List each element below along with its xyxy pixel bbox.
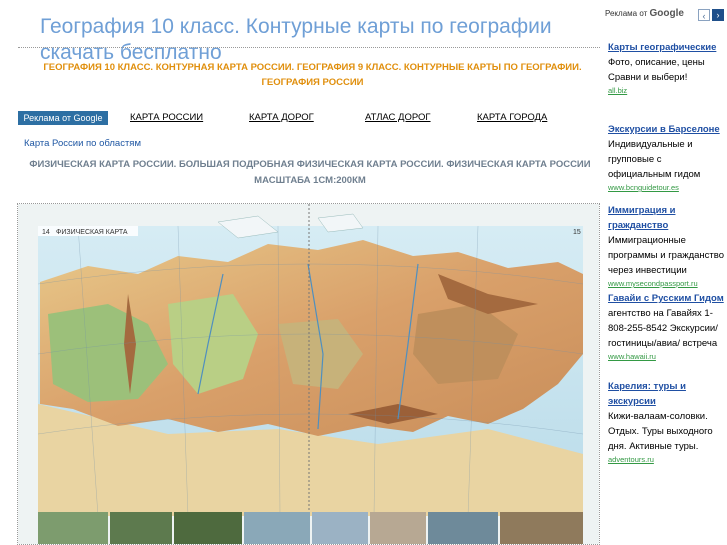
- title-divider: [18, 47, 600, 48]
- map-page-label: ФИЗИЧЕСКАЯ КАРТА: [56, 229, 128, 236]
- nav-link-road-atlas[interactable]: АТЛАС ДОРОГ: [365, 111, 431, 125]
- page-subtitle: ГЕОГРАФИЯ 10 КЛАСС. КОНТУРНАЯ КАРТА РОСС…: [43, 62, 582, 88]
- ads-by-google-label: Реклама от Google: [605, 8, 684, 19]
- ad-block: Карты географические Фото, описание, цен…: [608, 40, 727, 97]
- main-content: География 10 класс. Контурные карты по г…: [0, 0, 600, 545]
- ad-description: Фото, описание, цены Сравни и выбери!: [608, 57, 705, 83]
- nav-link-road-map[interactable]: КАРТА ДОРОГ: [249, 111, 314, 125]
- top-nav: Реклама от Google КАРТА РОССИИ КАРТА ДОР…: [18, 111, 600, 125]
- ad-block: Гавайи с Русским Гидом агентство на Гава…: [608, 291, 727, 363]
- ad-title-link[interactable]: Иммиграция и гражданство: [608, 203, 727, 233]
- breadcrumb-regions[interactable]: Карта России по областям: [24, 138, 141, 149]
- map-heading: ФИЗИЧЕСКАЯ КАРТА РОССИИ. БОЛЬШАЯ ПОДРОБН…: [29, 159, 591, 186]
- ad-title-link[interactable]: Карелия: туры и экскурсии: [608, 379, 727, 409]
- ad-title-link[interactable]: Карты географические: [608, 40, 727, 55]
- ad-block: Экскурсии в Барселоне Индивидуальные и г…: [608, 122, 727, 194]
- ad-title-link[interactable]: Экскурсии в Барселоне: [608, 122, 727, 137]
- ad-url-link[interactable]: www.hawaii.ru: [608, 351, 727, 363]
- ad-url-link[interactable]: adventours.ru: [608, 454, 727, 466]
- map-page-number-right: 15: [573, 229, 581, 236]
- page-title: География 10 класс. Контурные карты по г…: [40, 15, 552, 64]
- nav-link-city-map[interactable]: КАРТА ГОРОДА: [477, 111, 547, 125]
- google-ads-badge[interactable]: Реклама от Google: [18, 111, 108, 125]
- ads-next-button[interactable]: ›: [712, 9, 724, 21]
- physical-map-image[interactable]: 14 ФИЗИЧЕСКАЯ КАРТА 15: [17, 203, 600, 545]
- nav-link-russia-map[interactable]: КАРТА РОССИИ: [130, 111, 203, 125]
- ads-prev-button[interactable]: ‹: [698, 9, 710, 21]
- ad-title-link[interactable]: Гавайи с Русским Гидом: [608, 291, 727, 306]
- ad-url-link[interactable]: www.mysecondpassport.ru: [608, 278, 727, 290]
- ad-description: Кижи-валаам-соловки. Отдых. Туры выходно…: [608, 411, 713, 452]
- ad-block: Иммиграция и гражданство Иммиграционные …: [608, 203, 727, 290]
- ad-block: Карелия: туры и экскурсии Кижи-валаам-со…: [608, 379, 727, 466]
- ad-description: агентство на Гавайях 1-808-255-8542 Экск…: [608, 308, 718, 349]
- ad-description: Иммиграционные программы и гражданство ч…: [608, 235, 725, 276]
- map-page-number-left: 14: [42, 229, 50, 236]
- ad-description: Индивидуальные и групповые с официальным…: [608, 139, 701, 180]
- russia-physical-map: 14 ФИЗИЧЕСКАЯ КАРТА 15: [18, 204, 599, 544]
- ad-url-link[interactable]: all.biz: [608, 85, 727, 97]
- ad-url-link[interactable]: www.bcnguidetour.es: [608, 182, 727, 194]
